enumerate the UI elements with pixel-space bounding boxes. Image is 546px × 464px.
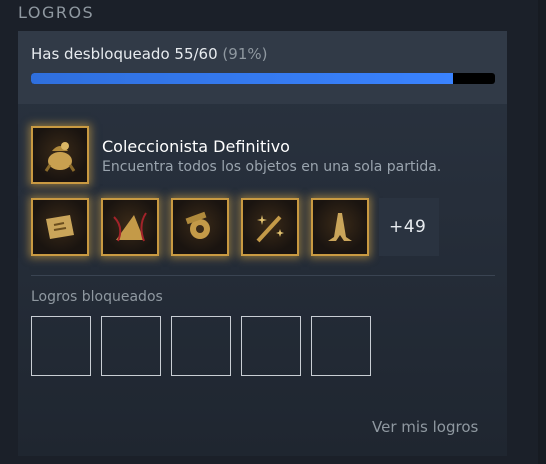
- witch-hat-icon[interactable]: [101, 198, 159, 256]
- progress-bar-fill: [31, 73, 454, 84]
- progress-text: Has desbloqueado 55/60 (91%): [31, 45, 267, 63]
- locked-achievement-slot[interactable]: [31, 316, 91, 376]
- locked-achievements-label: Logros bloqueados: [31, 289, 163, 305]
- broken-gear-icon[interactable]: [171, 198, 229, 256]
- divider: [31, 275, 495, 276]
- magic-wand-icon[interactable]: [241, 198, 299, 256]
- praying-hands-icon[interactable]: [311, 198, 369, 256]
- locked-achievement-slot[interactable]: [171, 316, 231, 376]
- progress-label: Has desbloqueado 55/60: [31, 45, 218, 63]
- progress-bar: [31, 73, 495, 84]
- view-my-achievements-link[interactable]: Ver mis logros: [372, 418, 478, 436]
- treasure-sack-icon: [31, 126, 89, 184]
- section-title: LOGROS: [18, 3, 95, 22]
- more-achievements-count[interactable]: +49: [379, 198, 439, 256]
- progress-percent: (91%): [222, 45, 268, 63]
- progress-box: Has desbloqueado 55/60 (91%): [18, 31, 507, 104]
- locked-achievement-slot[interactable]: [101, 316, 161, 376]
- featured-achievement-description: Encuentra todos los objetos en una sola …: [102, 159, 442, 175]
- locked-achievement-slot[interactable]: [241, 316, 301, 376]
- featured-achievement[interactable]: [31, 126, 90, 185]
- achievements-panel: Has desbloqueado 55/60 (91%) Coleccionis…: [18, 31, 507, 456]
- featured-achievement-name: Coleccionista Definitivo: [102, 137, 290, 156]
- scrollbar-track[interactable]: [538, 0, 546, 464]
- locked-achievement-slot[interactable]: [311, 316, 371, 376]
- scroll-map-icon[interactable]: [31, 198, 89, 256]
